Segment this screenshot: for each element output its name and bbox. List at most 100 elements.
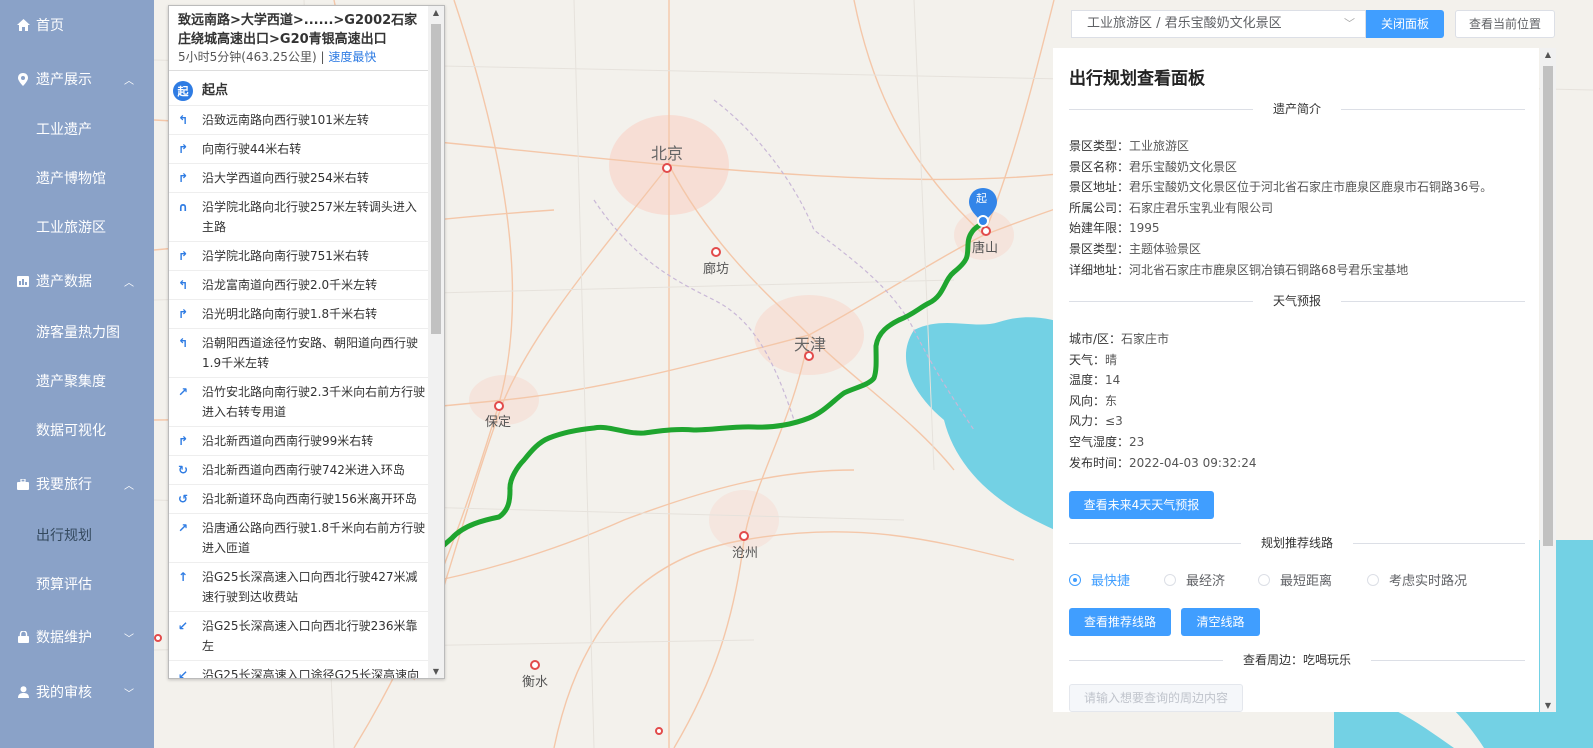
radio-shortest[interactable]: 最短距离 [1258, 570, 1332, 589]
scroll-down-arrow-icon[interactable]: ▼ [428, 667, 444, 676]
info-row: 始建年限：1995 [1069, 219, 1160, 236]
sidebar-item-industrial-tourism[interactable]: 工业旅游区 [0, 207, 154, 247]
menu-heritage-display-label: 遗产展示 [36, 72, 92, 88]
menu-heritage-data[interactable]: 遗产数据 ︿ [0, 261, 154, 301]
info-value: 石家庄市 [1121, 332, 1170, 346]
route-panel-scrollbar[interactable]: ▲ ▼ [428, 6, 444, 678]
menu-data-maintenance[interactable]: 数据维护 ﹀ [0, 617, 154, 657]
route-step-text: 沿龙富南道向西行驶2.0千米左转 [202, 278, 378, 292]
info-key: 城市/区： [1069, 332, 1122, 346]
route-step[interactable]: ↱ 沿光明北路向南行驶1.8千米右转 [169, 300, 428, 329]
scrollbar-thumb[interactable] [431, 24, 441, 334]
info-row: 景区名称：君乐宝酸奶文化景区 [1069, 158, 1237, 175]
radio-dot [1258, 573, 1270, 586]
route-step[interactable]: ↗ 沿唐通公路向西行驶1.8千米向右前方行驶进入匝道 [169, 514, 428, 563]
current-location-button[interactable]: 查看当前位置 [1455, 10, 1555, 38]
radio-label: 最快捷 [1091, 574, 1131, 589]
route-step-text: 沿竹安北路向南行驶2.3千米向右前方行驶进入右转专用道 [202, 385, 426, 419]
route-step-text: 沿G25长深高速入口途径G25长深高速向南行驶3.4千米靠左沿主路行驶 [202, 668, 420, 679]
panel-scrollbar[interactable]: ▲ ▼ [1540, 48, 1556, 712]
menu-travel-label: 我要旅行 [36, 477, 92, 493]
radio-fastest[interactable]: 最快捷 [1069, 570, 1130, 589]
chevron-up-icon: ︿ [124, 278, 134, 289]
sidebar: 首页 遗产展示 ︿ 工业遗产 遗产博物馆 工业旅游区 遗产数据 ︿ 游客量热力图… [0, 0, 154, 748]
route-step[interactable]: ↰ 沿致远南路向西行驶101米左转 [169, 106, 428, 135]
chevron-up-icon: ︿ [124, 481, 134, 492]
route-step-text: 沿学院北路向南行驶751米右转 [202, 249, 369, 263]
menu-home[interactable]: 首页 [0, 5, 154, 45]
route-step[interactable]: ↗ 沿竹安北路向南行驶2.3千米向右前方行驶进入右转专用道 [169, 378, 428, 427]
menu-heritage-display[interactable]: 遗产展示 ︿ [0, 59, 154, 99]
view-route-button[interactable]: 查看推荐线路 [1069, 608, 1171, 636]
scroll-up-arrow-icon[interactable]: ▲ [1540, 50, 1556, 59]
route-step[interactable]: ↺ 沿北新道环岛向西南行驶156米离开环岛 [169, 485, 428, 514]
menu-heritage-data-label: 遗产数据 [36, 274, 92, 290]
info-key: 发布时间： [1069, 455, 1130, 470]
info-row: 景区类型：主题体验景区 [1069, 240, 1201, 257]
route-steps-panel: 致远南路>大学西道>......>G2002石家庄绕城高速出口>G20青银高速出… [168, 5, 445, 679]
route-step[interactable]: ↱ 沿北新西道向西南行驶99米右转 [169, 427, 428, 456]
route-step[interactable]: ↰ 沿龙富南道向西行驶2.0千米左转 [169, 271, 428, 300]
route-step[interactable]: ↙ 沿G25长深高速入口向西北行驶236米靠左 [169, 612, 428, 661]
info-value: 君乐宝酸奶文化景区 [1129, 159, 1238, 174]
route-step[interactable]: ↻ 沿北新西道向西南行驶742米进入环岛 [169, 456, 428, 485]
route-step-start[interactable]: 起 起点 [169, 77, 428, 106]
sidebar-item-visitor-heatmap[interactable]: 游客量热力图 [0, 312, 154, 352]
route-step-text: 沿大学西道向西行驶254米右转 [202, 171, 369, 185]
menu-my-review-label: 我的审核 [36, 685, 92, 701]
forecast-button[interactable]: 查看未来4天天气预报 [1069, 491, 1214, 519]
radio-cheapest[interactable]: 最经济 [1164, 570, 1225, 589]
info-key: 景区地址： [1069, 180, 1130, 195]
route-step[interactable]: ∩ 沿学院北路向北行驶257米左转调头进入主路 [169, 193, 428, 242]
sidebar-item-trip-planning[interactable]: 出行规划 [0, 515, 154, 555]
route-step[interactable]: ↙ 沿G25长深高速入口途径G25长深高速向南行驶3.4千米靠左沿主路行驶 [169, 661, 428, 679]
turn-direction-icon: ↱ [177, 142, 189, 156]
sidebar-item-heritage-density[interactable]: 遗产聚集度 [0, 361, 154, 401]
sidebar-item-heritage-museum[interactable]: 遗产博物馆 [0, 158, 154, 198]
radio-realtime[interactable]: 考虑实时路况 [1367, 570, 1467, 589]
sidebar-item-budget-evaluation[interactable]: 预算评估 [0, 564, 154, 604]
turn-direction-icon: ∩ [178, 200, 188, 214]
route-step-text: 沿致远南路向西行驶101米左转 [202, 113, 369, 127]
chevron-down-icon: ﹀ [124, 689, 134, 700]
city-label-beijing: 北京 [651, 144, 684, 163]
scrollbar-thumb[interactable] [1543, 66, 1553, 546]
nearby-search-input[interactable]: 请输入想要查询的周边内容 [1069, 684, 1243, 712]
radio-dot [1069, 573, 1081, 586]
info-key: 风力： [1069, 414, 1106, 429]
section-heading: 查看周边：吃喝玩乐 [1222, 651, 1372, 668]
scroll-down-arrow-icon[interactable]: ▼ [1540, 701, 1556, 710]
route-step[interactable]: ↰ 沿朝阳西道途径竹安路、朝阳道向西行驶1.9千米左转 [169, 329, 428, 378]
location-pin-icon [16, 72, 30, 86]
region-select[interactable]: 工业旅游区 / 君乐宝酸奶文化景区 ﹀ [1071, 10, 1366, 38]
route-step[interactable]: ↱ 沿大学西道向西行驶254米右转 [169, 164, 428, 193]
radio-dot [1367, 573, 1379, 586]
info-row: 景区地址：君乐宝酸奶文化景区位于河北省石家庄市鹿泉区鹿泉市石铜路36号。 [1069, 178, 1492, 195]
info-row: 景区类型：工业旅游区 [1069, 137, 1189, 154]
clear-route-button[interactable]: 清空线路 [1181, 608, 1260, 636]
scroll-up-arrow-icon[interactable]: ▲ [428, 8, 444, 17]
sidebar-item-data-visualization[interactable]: 数据可视化 [0, 410, 154, 450]
route-step[interactable]: ↱ 沿学院北路向南行驶751米右转 [169, 242, 428, 271]
menu-data-maintenance-label: 数据维护 [36, 630, 92, 646]
route-mode-link[interactable]: 速度最快 [328, 50, 376, 64]
info-key: 空气湿度： [1069, 435, 1130, 449]
info-key: 景区类型： [1069, 139, 1130, 153]
menu-my-review[interactable]: 我的审核 ﹀ [0, 672, 154, 712]
route-step[interactable]: ↱ 向南行驶44米右转 [169, 135, 428, 164]
info-row: 所属公司：石家庄君乐宝乳业有限公司 [1069, 199, 1273, 216]
menu-home-label: 首页 [36, 18, 64, 34]
info-value: 主题体验景区 [1129, 242, 1202, 256]
turn-direction-icon: ↱ [177, 434, 189, 448]
radio-label: 最短距离 [1280, 574, 1333, 589]
route-step[interactable]: ↑ 沿G25长深高速入口向西北行驶427米减速行驶到达收费站 [169, 563, 428, 612]
turn-direction-icon: ↰ [177, 113, 189, 127]
turn-direction-icon: ↰ [177, 336, 189, 350]
trip-planning-panel: 出行规划查看面板 遗产简介 景区类型：工业旅游区 景区名称：君乐宝酸奶文化景区 景区… [1053, 48, 1539, 712]
menu-travel[interactable]: 我要旅行 ︿ [0, 464, 154, 504]
sidebar-item-industrial-heritage[interactable]: 工业遗产 [0, 109, 154, 149]
route-step-text: 向南行驶44米右转 [202, 142, 302, 156]
home-icon [16, 18, 30, 32]
close-panel-button[interactable]: 关闭面板 [1366, 10, 1444, 38]
turn-direction-icon: ↱ [177, 307, 189, 321]
